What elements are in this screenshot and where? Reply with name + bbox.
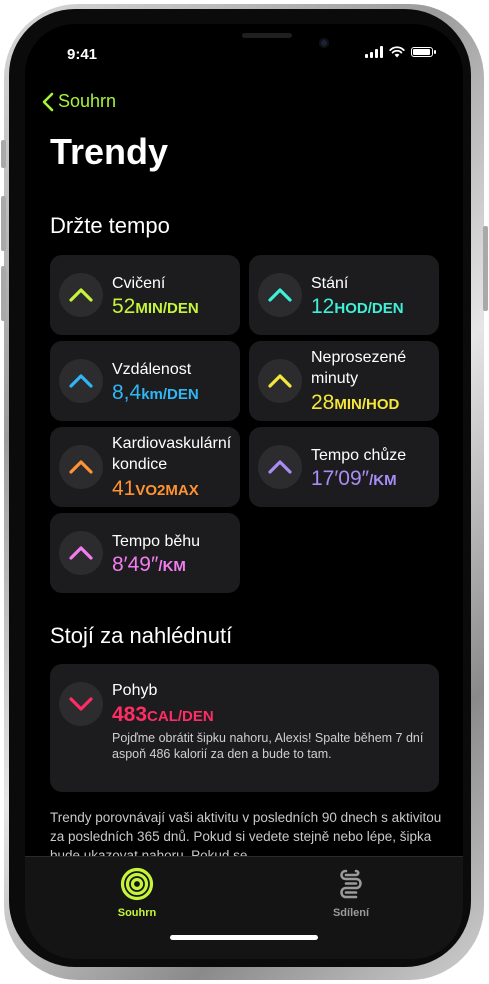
trend-value: 17′09″/KM (311, 467, 397, 490)
speaker-grille (242, 33, 292, 38)
tab-bar: Souhrn Sdílení (25, 856, 463, 959)
activity-rings-icon (120, 867, 154, 901)
trend-card-exercise[interactable]: Cvičení 52MIN/DEN (50, 255, 240, 335)
trend-up-arrow-icon (258, 273, 302, 317)
trend-card-stand-minutes[interactable]: Neprosezené minuty 28MIN/HOD (249, 341, 439, 421)
trend-up-arrow-icon (258, 445, 302, 489)
trend-value: 12HOD/DEN (311, 295, 404, 318)
chevron-left-icon (42, 92, 54, 111)
trend-up-arrow-icon (59, 359, 103, 403)
silent-switch (1, 140, 6, 168)
trend-label: Tempo běhu (112, 533, 201, 550)
trend-label: Kardiovaskulární kondice (112, 435, 232, 473)
highlight-label: Pohyb (112, 682, 158, 699)
sharing-icon (340, 869, 362, 899)
highlight-description: Pojďme obrátit šipku nahoru, Alexis! Spa… (112, 731, 424, 761)
back-button-label: Souhrn (58, 91, 117, 111)
trend-card-stand[interactable]: Stání 12HOD/DEN (249, 255, 439, 335)
trend-up-arrow-icon (59, 531, 103, 575)
tab-sharing-label: Sdílení (332, 907, 370, 919)
trend-value: 28MIN/HOD (311, 391, 400, 414)
page-title: Trendy (50, 131, 169, 172)
volume-up-button (1, 196, 6, 251)
trend-card-distance[interactable]: Vzdálenost 8,4km/DEN (50, 341, 240, 421)
trends-explanation: Trendy porovnávají vaši aktivitu v posle… (50, 810, 442, 860)
trend-card-cardio-fitness[interactable]: Kardiovaskulární kondice 41VO2MAX (50, 427, 240, 507)
trend-label: Tempo chůze (311, 447, 407, 464)
battery-icon (411, 47, 436, 57)
status-icons (365, 46, 436, 58)
home-indicator[interactable] (170, 935, 318, 940)
trend-card-move[interactable]: Pohyb 483CAL/DEN Pojďme obrátit šipku na… (50, 664, 439, 792)
tab-summary[interactable]: Souhrn (97, 867, 177, 919)
trend-up-arrow-icon (59, 273, 103, 317)
screen: 9:41 Souhrn Trendy Držte tempo Cvičení 5… (25, 24, 463, 959)
cellular-signal-icon (365, 46, 383, 58)
trend-value: 52MIN/DEN (112, 295, 199, 318)
trend-label: Vzdálenost (112, 361, 192, 378)
side-button (483, 226, 488, 311)
status-time: 9:41 (67, 46, 98, 63)
trend-value: 8′49″/KM (112, 553, 186, 576)
trend-up-arrow-icon (59, 445, 103, 489)
volume-down-button (1, 266, 6, 321)
trend-value: 41VO2MAX (112, 477, 199, 500)
trend-value: 8,4km/DEN (112, 381, 199, 404)
trend-label: Cvičení (112, 275, 166, 292)
trend-down-arrow-icon (59, 682, 103, 726)
trend-up-arrow-icon (258, 359, 302, 403)
front-camera (319, 38, 329, 48)
trend-card-running-pace[interactable]: Tempo běhu 8′49″/KM (50, 513, 240, 593)
back-button[interactable]: Souhrn (42, 91, 116, 112)
section-title-worth-a-look: Stojí za nahlédnutí (50, 623, 233, 648)
trend-card-walking-pace[interactable]: Tempo chůze 17′09″/KM (249, 427, 439, 507)
notch (187, 24, 381, 54)
section-title-pace: Držte tempo (50, 213, 170, 238)
trend-label: Stání (311, 275, 349, 292)
tab-sharing[interactable]: Sdílení (311, 867, 391, 919)
tab-summary-label: Souhrn (117, 907, 157, 919)
trend-label: Neprosezené minuty (311, 349, 407, 387)
wifi-icon (389, 46, 405, 58)
highlight-value: 483CAL/DEN (112, 703, 214, 726)
